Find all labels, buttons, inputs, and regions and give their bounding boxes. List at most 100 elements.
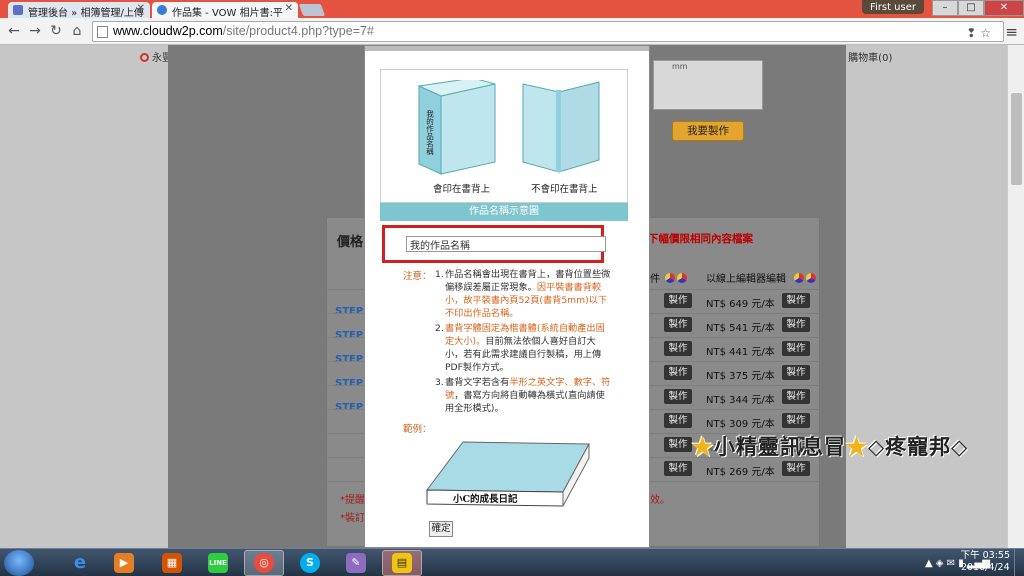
web-page: 永豐紙業關係企業 wifakao 會員中心 | 訂單 | 登出 | 求助 | 🛒…	[0, 45, 1024, 548]
watermark-text: 小精靈訊息冒	[714, 434, 846, 459]
url-path: /site/product4.php?type=7#	[222, 24, 374, 38]
make-button-upload[interactable]: 製作	[664, 365, 692, 380]
notes-list: 1. 作品名稱會出現在書背上，書背位置些微偏移誤差屬正常現象。因平裝書書背較小，故…	[435, 268, 611, 417]
start-button[interactable]	[4, 550, 34, 576]
make-button-editor[interactable]: 製作	[782, 389, 810, 404]
row-price: NT$ 375 元/本	[706, 371, 775, 382]
browser-toolbar: ← → ↻ ⌂ www.cloudw2p.com/site/product4.p…	[0, 18, 1024, 45]
ie-icon[interactable]: e	[60, 550, 100, 576]
color-wheel-icon	[677, 273, 688, 283]
make-button-upload[interactable]: 製作	[664, 437, 692, 452]
step-label: STEP	[335, 330, 364, 341]
note-text: 書背文字若含有	[445, 377, 510, 388]
clock-time: 下午 03:55	[960, 550, 1010, 561]
clock[interactable]: 下午 03:55 2016/4/24	[961, 550, 1010, 574]
company-logo-icon	[140, 53, 149, 62]
row-price: NT$ 269 元/本	[706, 467, 775, 478]
browser-menu-icon[interactable]: ≡	[1005, 23, 1018, 41]
page-icon	[97, 26, 108, 38]
media-glyph: ▶	[114, 553, 134, 573]
paint-glyph: ✎	[346, 553, 366, 573]
illustration-caption-bar: 作品名稱示意圖	[380, 203, 628, 221]
make-button-editor[interactable]: 製作	[782, 317, 810, 332]
chrome-glyph: ◎	[254, 553, 274, 573]
column-header-editor: 以線上編輯器編輯	[706, 270, 817, 285]
make-button-editor[interactable]: 製作	[782, 413, 810, 428]
make-button-upload[interactable]: 製作	[664, 413, 692, 428]
explorer-glyph: ▤	[392, 553, 412, 573]
example-label: 範例：	[403, 424, 432, 435]
paint-icon[interactable]: ✎	[336, 550, 376, 576]
explorer-icon[interactable]: ▤	[382, 550, 422, 576]
tab-bar: 管理後台 » 相簿管理/上傳 ✕ 作品集 - VOW 相片書:平 ✕ First…	[0, 0, 1024, 18]
bottom-note: *提醒	[340, 495, 365, 506]
step-label: STEP	[335, 354, 364, 365]
book-title-input[interactable]	[406, 236, 606, 252]
site-favicon-icon	[157, 5, 167, 15]
color-wheel-icon	[806, 273, 817, 283]
show-desktop-button[interactable]	[1014, 549, 1024, 576]
bottom-note: *裝訂	[340, 513, 365, 524]
make-button-editor[interactable]: 製作	[782, 341, 810, 356]
profile-badge[interactable]: First user	[861, 0, 924, 14]
skype-icon[interactable]: S	[290, 550, 330, 576]
tab-product[interactable]: 作品集 - VOW 相片書:平 ✕	[152, 2, 298, 18]
window-controls: First user – □ ✕	[861, 0, 1024, 18]
column-header-label: 以線上編輯器編輯	[706, 274, 786, 285]
make-button-upload[interactable]: 製作	[664, 341, 692, 356]
book-without-spine-icon	[522, 81, 600, 173]
scrollbar-thumb[interactable]	[1011, 93, 1022, 185]
book-with-spine-icon: 我的作品名稱	[417, 80, 496, 175]
make-button-upload[interactable]: 製作	[664, 317, 692, 332]
skype-glyph: S	[300, 553, 320, 573]
make-button-editor[interactable]: 製作	[782, 461, 810, 476]
media-player-icon[interactable]: ▶	[104, 550, 144, 576]
make-button-upload[interactable]: 製作	[664, 389, 692, 404]
office-icon[interactable]: ▦	[152, 550, 192, 576]
back-arrow-icon[interactable]: ←	[6, 23, 22, 39]
forward-arrow-icon[interactable]: →	[27, 23, 43, 39]
caption-not-printed: 不會印在書背上	[531, 184, 598, 195]
minimize-button[interactable]: –	[932, 0, 958, 16]
make-button-upload[interactable]: 製作	[664, 461, 692, 476]
chrome-icon[interactable]: ◎	[244, 550, 284, 576]
make-button-editor[interactable]: 製作	[782, 293, 810, 308]
site-favicon-icon	[13, 5, 23, 15]
bookmark-star-icon[interactable]: ❢☆	[966, 24, 995, 43]
home-icon[interactable]: ⌂	[69, 23, 85, 39]
ie-glyph: e	[73, 552, 87, 573]
make-button-upload[interactable]: 製作	[664, 293, 692, 308]
new-tab-button[interactable]	[298, 4, 326, 16]
price-note: 下幅價限相同內容檔案	[648, 233, 753, 245]
address-bar[interactable]: www.cloudw2p.com/site/product4.php?type=…	[92, 21, 1004, 42]
column-header-label: 件	[650, 274, 660, 285]
office-glyph: ▦	[162, 553, 182, 573]
star-icon: ★	[692, 434, 714, 459]
page-scrollbar[interactable]	[1007, 45, 1024, 548]
line-icon[interactable]: LINE	[198, 550, 238, 576]
step-label: STEP	[335, 306, 364, 317]
row-price: NT$ 541 元/本	[706, 323, 775, 334]
note-label: 注意：	[403, 271, 432, 282]
row-price: NT$ 441 元/本	[706, 347, 775, 358]
row-price: NT$ 344 元/本	[706, 395, 775, 406]
make-button-editor[interactable]: 製作	[782, 365, 810, 380]
product-image	[653, 60, 763, 110]
note-number: 2.	[435, 323, 444, 334]
close-tab-icon[interactable]: ✕	[285, 3, 293, 14]
confirm-button[interactable]: 確定	[429, 521, 453, 537]
star-icon: ★	[846, 434, 868, 459]
maximize-button[interactable]: □	[958, 0, 984, 16]
make-now-button[interactable]: 我要製作	[672, 121, 744, 141]
url-domain: www.cloudw2p.com	[113, 24, 223, 38]
tab-admin[interactable]: 管理後台 » 相簿管理/上傳 ✕	[8, 2, 150, 18]
mm-label: mm	[672, 62, 688, 71]
close-window-button[interactable]: ✕	[984, 0, 1024, 16]
spine-text: 我的作品名稱	[425, 109, 434, 157]
row-price: NT$ 649 元/本	[706, 299, 775, 310]
watermark: ★小精靈訊息冒★◇疼寵邦◇	[692, 431, 968, 461]
close-tab-icon[interactable]: ✕	[137, 3, 145, 14]
color-wheel-icon	[794, 273, 805, 283]
reload-icon[interactable]: ↻	[48, 23, 64, 39]
note-item: 3. 書背文字若含有半形之英文字、數字、符號，書寫方向將自動轉為橫式(直向請使用全…	[435, 376, 611, 415]
